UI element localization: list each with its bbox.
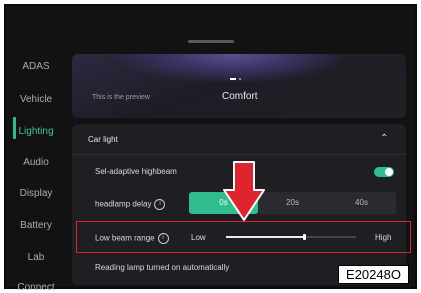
sidebar-item-vehicle[interactable]: Vehicle bbox=[10, 94, 62, 105]
sidebar-item-audio[interactable]: Audio bbox=[10, 157, 62, 168]
sidebar-item-battery[interactable]: Battery bbox=[10, 220, 62, 231]
headlamp-delay-selector[interactable]: 0s 20s 40s bbox=[189, 192, 396, 214]
adaptive-highbeam-toggle[interactable] bbox=[374, 167, 394, 177]
adaptive-highbeam-label: Sel-adaptive highbeam bbox=[95, 167, 177, 176]
sidebar-item-lighting[interactable]: Lighting bbox=[10, 126, 62, 137]
sidebar-item-adas[interactable]: ADAS bbox=[10, 61, 62, 72]
card-divider bbox=[72, 154, 406, 155]
delay-option-40s[interactable]: 40s bbox=[327, 192, 396, 214]
toggle-knob bbox=[385, 168, 393, 176]
down-arrow-icon bbox=[223, 161, 265, 221]
car-light-title: Car light bbox=[88, 135, 118, 144]
preview-caption: This is the preview bbox=[92, 94, 150, 101]
info-icon[interactable]: i bbox=[154, 199, 166, 210]
drag-handle[interactable] bbox=[188, 40, 234, 43]
preview-mode-label: Comfort bbox=[222, 91, 258, 102]
headlamp-delay-label: headlamp delay bbox=[95, 199, 152, 209]
delay-option-20s[interactable]: 20s bbox=[258, 192, 327, 214]
sidebar-item-lab[interactable]: Lab bbox=[10, 252, 62, 263]
reading-lamp-label: Reading lamp turned on automatically bbox=[95, 263, 230, 272]
headlamp-delay-row: headlamp delay i bbox=[95, 199, 166, 210]
figure-id-label: E20248O bbox=[338, 265, 409, 284]
preview-page-indicator bbox=[239, 78, 241, 80]
chevron-up-icon[interactable]: ⌃ bbox=[380, 133, 388, 144]
highlight-box bbox=[76, 221, 411, 253]
preview-page-indicator-active bbox=[230, 78, 236, 80]
sidebar-item-display[interactable]: Display bbox=[10, 188, 62, 199]
lighting-preview-card: This is the preview Comfort bbox=[72, 54, 406, 118]
sidebar-item-connect[interactable]: Connect bbox=[10, 282, 62, 293]
